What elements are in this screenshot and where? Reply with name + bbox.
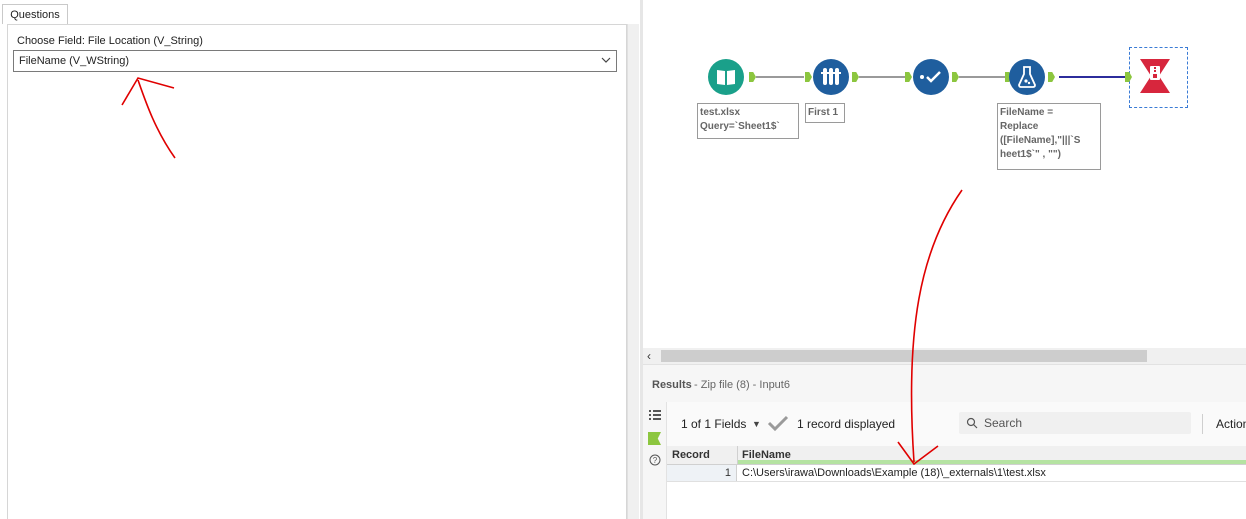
- output-tool[interactable]: [1137, 57, 1173, 95]
- tab-questions[interactable]: Questions: [2, 4, 68, 24]
- choose-field-label: Choose Field: File Location (V_String): [17, 35, 203, 47]
- output-anchor[interactable]: [852, 72, 859, 82]
- scrollbar-thumb[interactable]: [661, 350, 1147, 362]
- sample-tool[interactable]: [813, 59, 849, 95]
- flask-icon: [1018, 66, 1036, 88]
- grid-header: Record FileName: [667, 446, 1246, 465]
- horizontal-scrollbar[interactable]: ‹: [643, 348, 1246, 364]
- results-header: Results - Zip file (8) - Input6: [643, 364, 1246, 402]
- annotation-formula: FileName = Replace ([FileName],"|||`S he…: [997, 103, 1101, 170]
- connection-line: [859, 76, 905, 78]
- caret-down-icon[interactable]: ▼: [752, 419, 761, 429]
- search-icon: [966, 417, 978, 429]
- field-dropdown-value: FileName (V_WString): [19, 55, 130, 67]
- select-tool[interactable]: [913, 59, 949, 95]
- output-anchor[interactable]: [1048, 72, 1055, 82]
- results-title: Results: [652, 379, 692, 391]
- results-subtitle: - Zip file (8) - Input6: [694, 379, 790, 391]
- output-anchor[interactable]: [749, 72, 756, 82]
- connection-line-selected: [1059, 76, 1125, 78]
- input-anchor[interactable]: [905, 72, 912, 82]
- search-input[interactable]: Search: [959, 412, 1191, 434]
- scroll-left-icon[interactable]: ‹: [647, 349, 651, 363]
- help-icon[interactable]: ?: [649, 454, 661, 466]
- zip-file-icon: [1140, 59, 1170, 93]
- column-header-record[interactable]: Record: [672, 449, 710, 461]
- annotation-input: test.xlsx Query=`Sheet1$`: [697, 103, 799, 139]
- toolbar-divider: [1202, 414, 1203, 434]
- connection-line: [959, 76, 1005, 78]
- records-displayed: 1 record displayed: [797, 417, 896, 431]
- fields-selector[interactable]: 1 of 1 Fields: [681, 417, 746, 431]
- field-dropdown[interactable]: FileName (V_WString): [13, 50, 617, 72]
- configuration-panel: Questions Choose Field: File Location (V…: [0, 0, 640, 519]
- test-tubes-icon: [821, 68, 841, 85]
- chevron-down-icon: [601, 57, 611, 63]
- results-sidebar: ?: [643, 402, 667, 519]
- input-anchor[interactable]: [805, 72, 812, 82]
- input-tool[interactable]: [708, 59, 744, 95]
- list-icon[interactable]: [649, 410, 661, 420]
- checkmark-flow-icon: [920, 71, 941, 83]
- column-selection-bar: [738, 460, 1246, 464]
- output-anchor[interactable]: [952, 72, 959, 82]
- checkmark-icon[interactable]: [767, 414, 789, 432]
- svg-text:?: ?: [653, 456, 658, 465]
- formula-tool[interactable]: [1009, 59, 1045, 95]
- search-placeholder: Search: [984, 416, 1023, 430]
- results-toolbar: 1 of 1 Fields ▼ 1 record displayed Searc…: [667, 402, 1246, 446]
- annotation-sample: First 1: [805, 103, 845, 123]
- questions-frame: [7, 24, 627, 519]
- vertical-scrollbar[interactable]: [627, 24, 639, 519]
- workflow-canvas[interactable]: test.xlsx Query=`Sheet1$` First 1 FileNa…: [643, 0, 1246, 350]
- anchor-icon[interactable]: [648, 432, 661, 445]
- record-number: 1: [724, 467, 731, 479]
- record-number-cell: 1: [667, 465, 737, 481]
- actions-menu[interactable]: Action: [1216, 417, 1246, 431]
- connection-line: [756, 76, 804, 78]
- filename-cell[interactable]: C:\Users\irawa\Downloads\Example (18)\_e…: [742, 467, 1046, 479]
- book-icon: [717, 70, 735, 85]
- table-row[interactable]: 1 C:\Users\irawa\Downloads\Example (18)\…: [667, 465, 1246, 482]
